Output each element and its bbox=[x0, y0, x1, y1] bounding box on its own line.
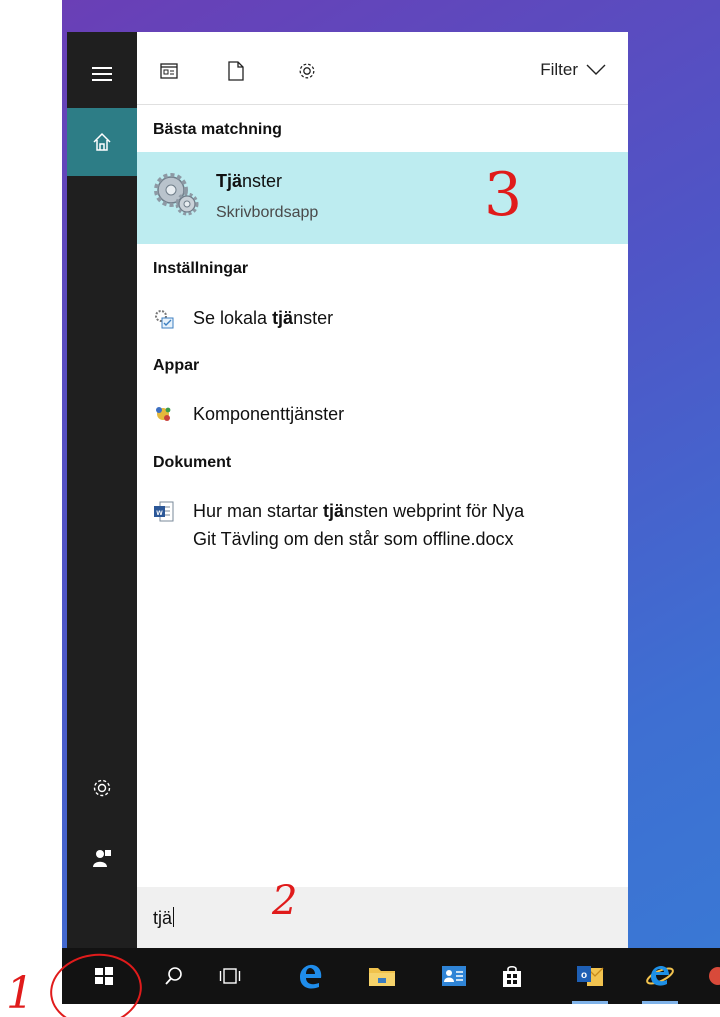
app-result-item[interactable]: Komponenttjänster bbox=[137, 400, 628, 432]
search-results-panel: Filter Bästa matchning Tjänster Skrivbor… bbox=[137, 32, 628, 948]
services-gears-icon bbox=[154, 173, 199, 216]
user-icon bbox=[93, 850, 111, 867]
gear-icon bbox=[93, 779, 111, 797]
chevron-down-icon bbox=[586, 64, 606, 75]
results-toolbar: Filter bbox=[137, 32, 628, 105]
app-result-label: Komponenttjänster bbox=[193, 404, 345, 424]
section-settings: Inställningar bbox=[153, 260, 249, 277]
edge-button[interactable] bbox=[284, 948, 336, 1004]
document-result-item[interactable]: w Hur man startar tjänsten webprint för … bbox=[137, 497, 628, 559]
services-settings-icon bbox=[155, 310, 174, 329]
internet-explorer-button[interactable] bbox=[634, 948, 686, 1004]
document-result-label: Hur man startar tjänsten webprint för Ny… bbox=[193, 501, 525, 549]
account-button[interactable] bbox=[67, 824, 137, 892]
gear-icon bbox=[299, 63, 315, 79]
people-app-button[interactable] bbox=[428, 948, 480, 1004]
annotation-2: 2 bbox=[272, 878, 298, 924]
running-indicator bbox=[572, 1001, 608, 1004]
home-button[interactable] bbox=[67, 108, 137, 176]
svg-text:o: o bbox=[581, 970, 587, 981]
annotation-1: 1 bbox=[6, 968, 34, 1017]
settings-result-item[interactable]: Se lokala tjänster bbox=[137, 304, 628, 336]
task-view-button[interactable] bbox=[204, 948, 256, 1004]
filter-label: Filter bbox=[540, 60, 578, 79]
text-caret bbox=[173, 907, 175, 927]
component-services-icon bbox=[156, 407, 171, 421]
outlook-button[interactable]: o bbox=[564, 948, 616, 1004]
settings-button[interactable] bbox=[67, 754, 137, 822]
store-bag-icon bbox=[503, 965, 521, 987]
documents-filter-button[interactable] bbox=[225, 60, 247, 82]
running-indicator bbox=[642, 1001, 678, 1004]
svg-text:w: w bbox=[155, 508, 163, 517]
hamburger-menu-button[interactable] bbox=[67, 40, 137, 108]
best-match-item[interactable]: Tjänster Skrivbordsapp bbox=[137, 152, 628, 244]
hamburger-icon bbox=[92, 67, 112, 81]
section-best-match: Bästa matchning bbox=[153, 121, 282, 138]
home-icon bbox=[93, 132, 111, 151]
document-icon bbox=[228, 61, 244, 81]
best-match-title: Tjänster bbox=[216, 171, 283, 191]
partial-taskbar-app[interactable] bbox=[692, 948, 720, 1004]
apps-icon bbox=[160, 63, 178, 79]
settings-filter-button[interactable] bbox=[296, 60, 318, 82]
filter-dropdown[interactable]: Filter bbox=[540, 60, 606, 80]
file-explorer-button[interactable] bbox=[356, 948, 408, 1004]
search-box[interactable]: tjä bbox=[137, 887, 628, 948]
start-left-rail bbox=[67, 32, 137, 948]
section-documents: Dokument bbox=[153, 454, 232, 471]
word-document-icon: w bbox=[154, 501, 174, 522]
search-input[interactable]: tjä bbox=[153, 907, 175, 929]
best-match-subtitle: Skrivbordsapp bbox=[216, 204, 319, 221]
section-apps: Appar bbox=[153, 357, 200, 374]
search-taskbar-button[interactable] bbox=[148, 948, 200, 1004]
store-button[interactable] bbox=[486, 948, 538, 1004]
apps-filter-button[interactable] bbox=[158, 60, 180, 82]
search-icon bbox=[165, 967, 182, 985]
folder-icon bbox=[369, 968, 395, 986]
settings-result-label: Se lokala tjänster bbox=[193, 308, 334, 328]
app-icon bbox=[709, 967, 720, 985]
internet-explorer-icon bbox=[646, 966, 674, 986]
task-view-icon bbox=[219, 968, 241, 984]
outlook-icon: o bbox=[577, 966, 604, 986]
annotation-3: 3 bbox=[484, 160, 523, 230]
contact-card-icon bbox=[442, 966, 466, 986]
edge-icon bbox=[300, 964, 322, 989]
taskbar: o bbox=[62, 948, 720, 1004]
